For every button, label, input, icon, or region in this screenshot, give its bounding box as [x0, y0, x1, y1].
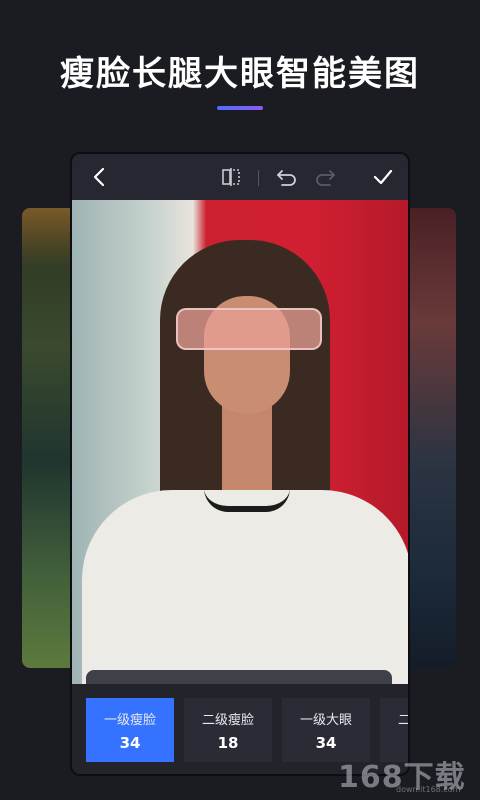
redo-icon[interactable] — [312, 164, 338, 190]
photo-neckline — [204, 488, 290, 512]
option-label: 二级大眼 — [397, 712, 410, 728]
portrait-photo — [72, 200, 408, 684]
chevron-left-icon[interactable] — [86, 164, 112, 190]
option-face-slim-level-1[interactable]: 一级瘦脸 34 — [86, 698, 174, 762]
site-watermark: 168下载 down.it168.com — [338, 752, 472, 796]
intensity-slider-panel — [86, 670, 392, 684]
photo-neck — [222, 405, 272, 495]
editor-toolbar — [72, 154, 408, 200]
compare-icon[interactable] — [218, 164, 244, 190]
undo-icon[interactable] — [274, 164, 300, 190]
watermark-url: down.it168.com — [396, 785, 461, 794]
option-face-slim-level-2[interactable]: 二级瘦脸 18 — [184, 698, 272, 762]
headline-underline — [217, 106, 263, 110]
phone-mockup: 一级瘦脸 34 二级瘦脸 18 一级大眼 34 二级大眼 00 — [70, 152, 410, 776]
toolbar-divider — [258, 170, 259, 186]
option-label: 二级瘦脸 — [201, 712, 254, 728]
photo-sunglasses — [176, 308, 322, 350]
option-value: 34 — [315, 733, 337, 752]
option-label: 一级大眼 — [299, 712, 352, 728]
check-icon[interactable] — [370, 164, 396, 190]
page-headline: 瘦脸长腿大眼智能美图 — [60, 54, 420, 94]
option-value: 18 — [217, 733, 239, 752]
option-value: 34 — [119, 733, 141, 752]
photo-shirt — [82, 490, 408, 684]
option-label: 一级瘦脸 — [103, 712, 156, 728]
